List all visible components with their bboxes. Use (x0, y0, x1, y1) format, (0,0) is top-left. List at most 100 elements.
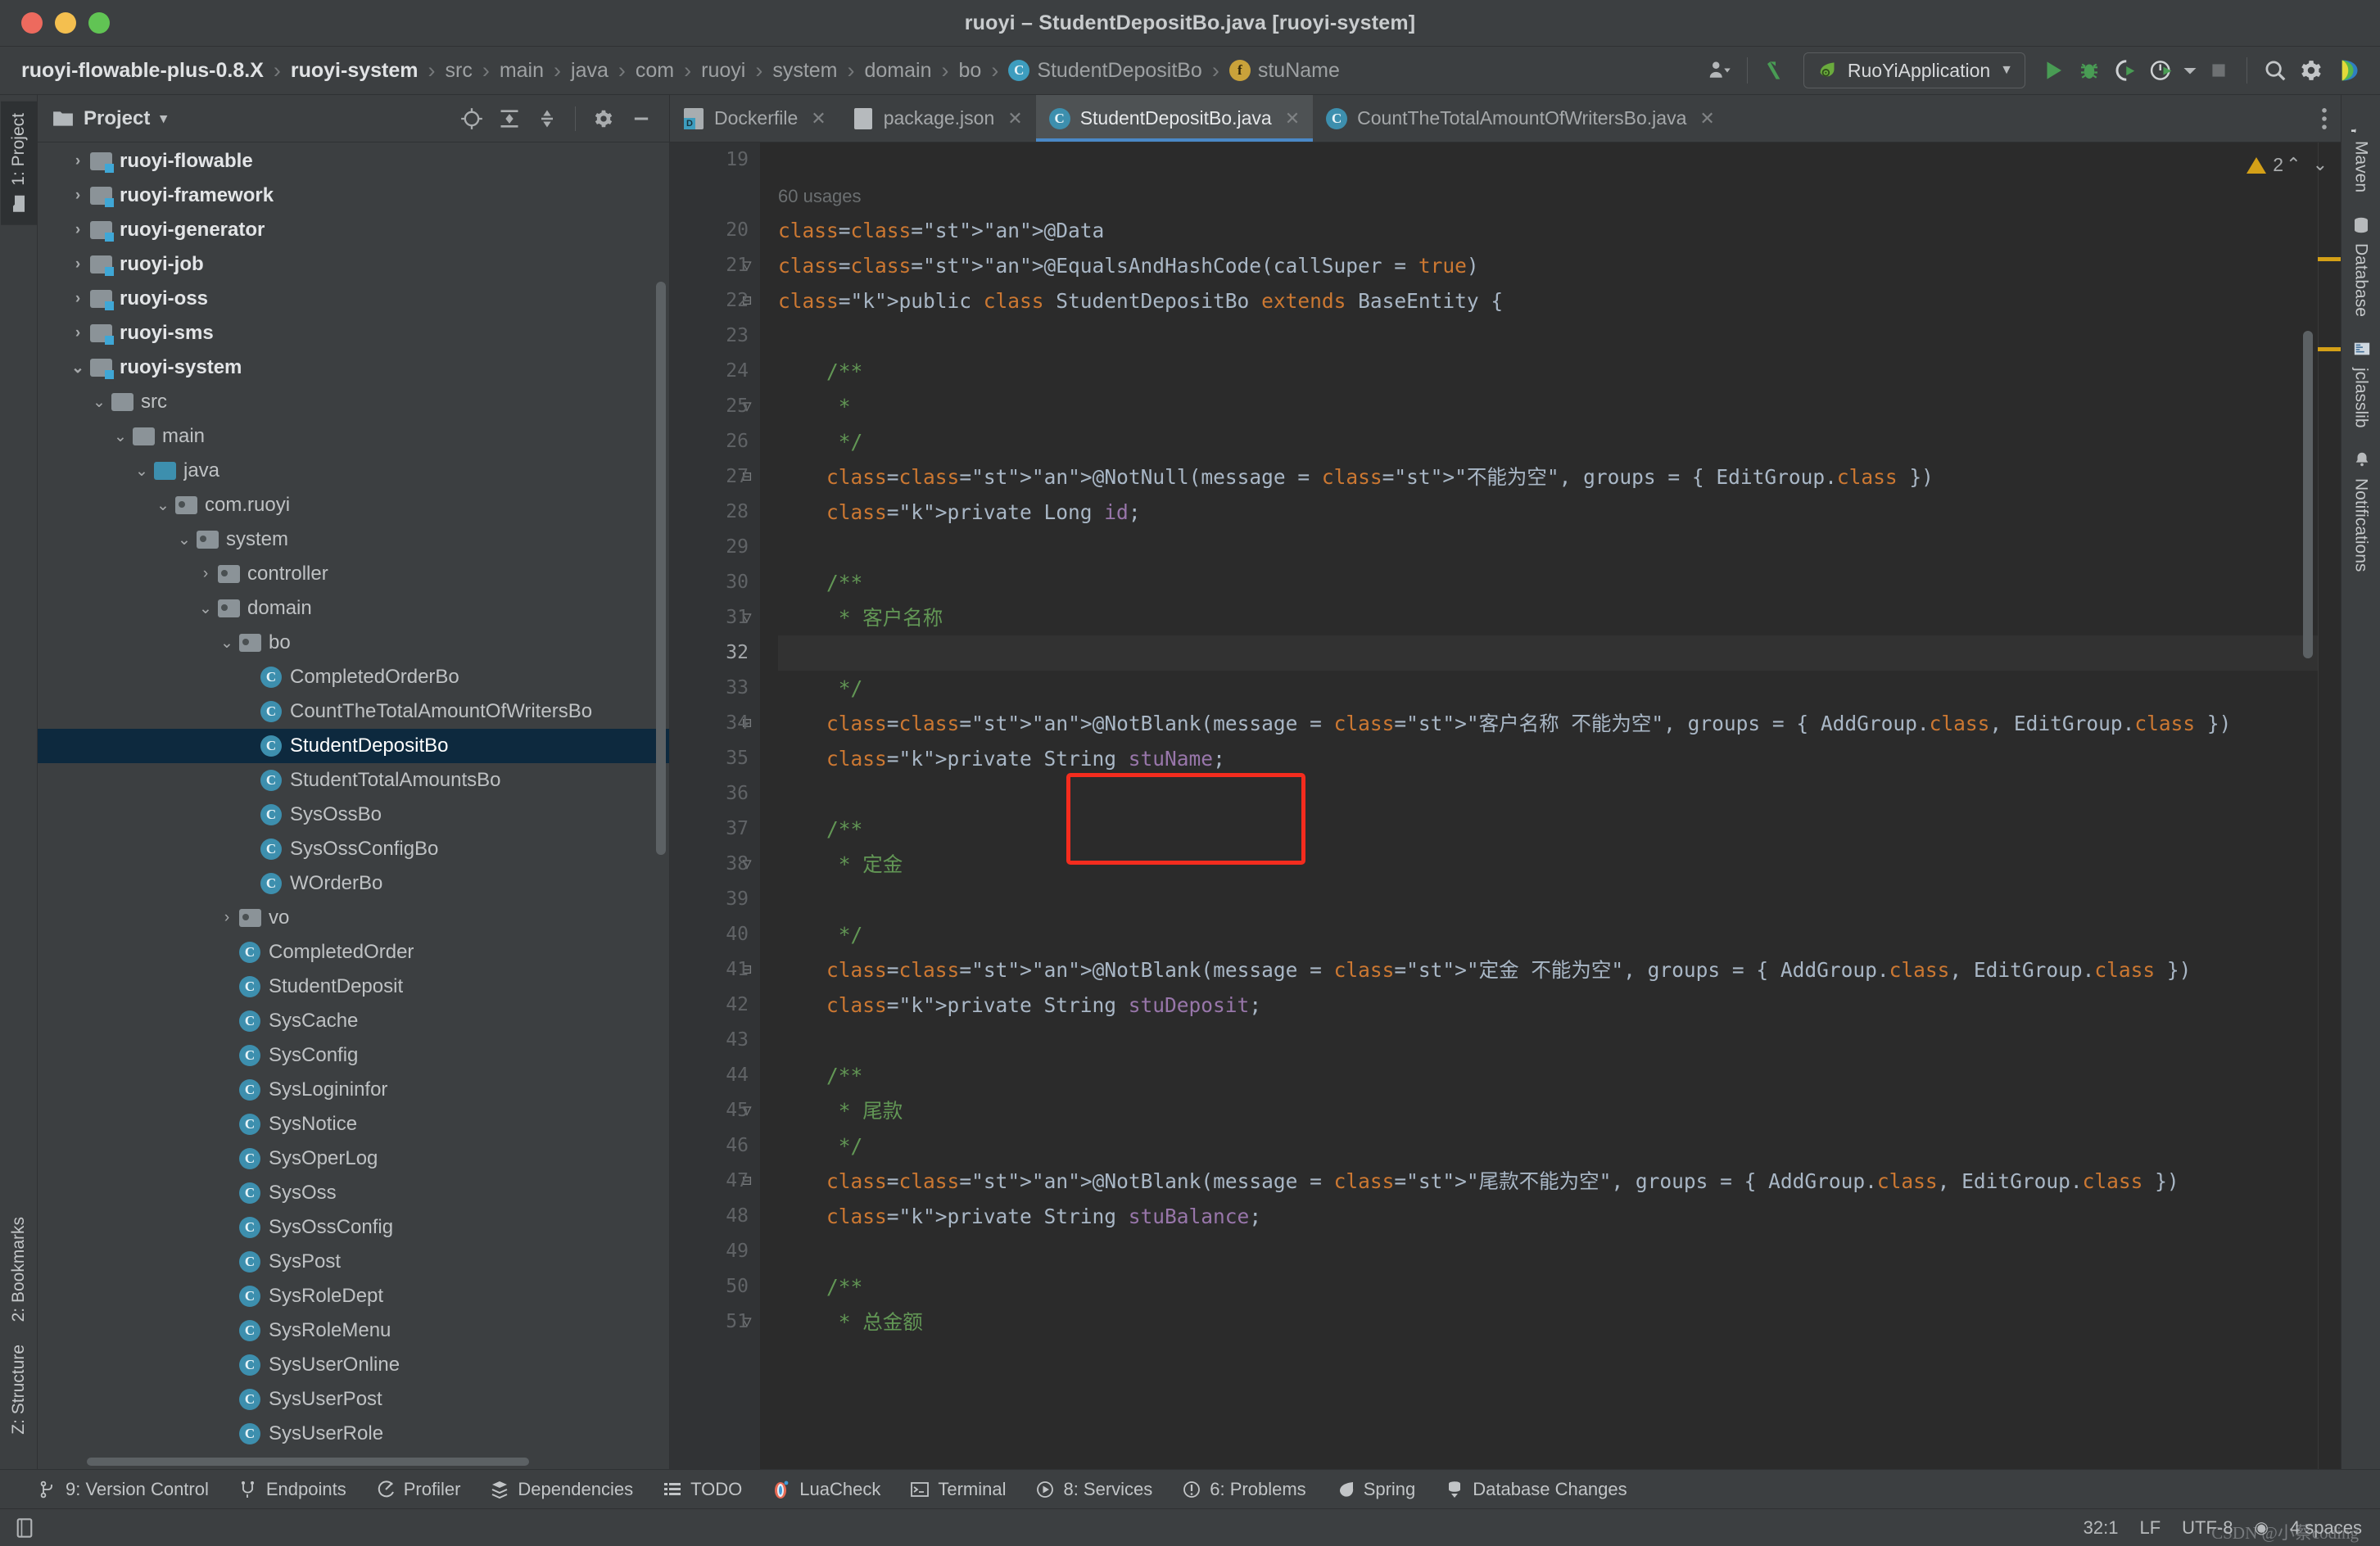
breadcrumb-item-ruoyi-flowable-plus-0-8-x[interactable]: ruoyi-flowable-plus-0.8.X (21, 59, 264, 83)
tree-node-completedorderbo[interactable]: C CompletedOrderBo (38, 660, 669, 694)
code-line[interactable]: class=class="st">"an">@NotNull(message =… (778, 459, 2318, 495)
tree-node-studenttotalamountsbo[interactable]: C StudentTotalAmountsBo (38, 763, 669, 798)
minimize-window-button[interactable] (55, 12, 76, 34)
bottom-tool-window-endpoints[interactable]: Endpoints (224, 1479, 361, 1500)
close-icon[interactable]: ✕ (1699, 108, 1714, 129)
editor-tab-studentdepositbo-java[interactable]: C StudentDepositBo.java ✕ (1035, 95, 1314, 142)
breadcrumb-item-ruoyi[interactable]: ruoyi (701, 59, 745, 83)
code-line[interactable]: /** (778, 565, 2318, 600)
code-line[interactable]: */ (778, 424, 2318, 459)
bottom-tool-window-6-problems[interactable]: 6: Problems (1167, 1479, 1320, 1500)
editor-tabs-more-icon[interactable] (2308, 95, 2341, 142)
sidebar-item-notifications[interactable]: Notifications (2343, 439, 2379, 583)
tree-node-domain[interactable]: ⌄ domain (38, 591, 669, 626)
breadcrumb-item-src[interactable]: src (446, 59, 473, 83)
tree-node-ruoyi-system[interactable]: ⌄ ruoyi-system (38, 350, 669, 385)
ide-assistant-icon[interactable] (2329, 52, 2365, 88)
close-window-button[interactable] (21, 12, 43, 34)
chevron-right-icon[interactable]: › (67, 187, 88, 205)
caret-position[interactable]: 32:1 (2084, 1517, 2119, 1539)
tree-node-sysroledept[interactable]: C SysRoleDept (38, 1279, 669, 1313)
sidebar-item-project[interactable]: 1: Project (0, 102, 37, 225)
code-content[interactable]: 60 usages class=class="st">"an">@Data clas… (760, 142, 2318, 1469)
breadcrumb-item-com[interactable]: com (636, 59, 674, 83)
bottom-tool-window-todo[interactable]: TODO (648, 1479, 757, 1500)
run-with-coverage-button[interactable] (2107, 52, 2143, 88)
code-line[interactable]: */ (778, 671, 2318, 706)
code-line[interactable]: */ (778, 1128, 2318, 1164)
tree-node-sysossconfigbo[interactable]: C SysOssConfigBo (38, 832, 669, 866)
project-panel-title-group[interactable]: Project ▾ (52, 107, 167, 130)
tree-node-sysuserrole[interactable]: C SysUserRole (38, 1417, 669, 1451)
stop-button[interactable] (2201, 52, 2237, 88)
code-inlay-hint[interactable]: 60 usages (778, 178, 2318, 213)
expand-all-icon[interactable] (493, 102, 526, 135)
breadcrumb-item-ruoyi-system[interactable]: ruoyi-system (291, 59, 419, 83)
hide-panel-icon[interactable] (625, 102, 658, 135)
chevron-down-icon[interactable]: ▼ (2000, 63, 2013, 78)
code-line[interactable]: * 客户名称 (778, 600, 2318, 635)
chevron-down-icon[interactable]: ⌄ (67, 359, 88, 377)
tree-node-controller[interactable]: › controller (38, 557, 669, 591)
tree-node-sysoperlog[interactable]: C SysOperLog (38, 1141, 669, 1176)
bottom-tool-window-terminal[interactable]: Terminal (895, 1479, 1020, 1500)
chevron-right-icon[interactable]: › (67, 221, 88, 239)
chevron-right-icon[interactable]: › (195, 565, 216, 583)
run-button[interactable] (2035, 52, 2071, 88)
status-bar-left[interactable] (15, 1517, 34, 1539)
code-line[interactable] (778, 635, 2318, 671)
code-line[interactable]: * 尾款 (778, 1093, 2318, 1128)
line-separator[interactable]: LF (2139, 1517, 2161, 1539)
bottom-tool-window-profiler[interactable]: Profiler (361, 1479, 476, 1500)
code-line[interactable]: class=class="st">"an">@NotBlank(message … (778, 952, 2318, 988)
chevron-down-icon[interactable]: ▾ (160, 111, 167, 127)
inspection-navigation[interactable]: ⌃ ⌄ (2286, 154, 2328, 175)
code-line[interactable] (778, 1234, 2318, 1269)
chevron-right-icon[interactable]: › (67, 152, 88, 170)
code-line[interactable] (778, 319, 2318, 354)
chevron-down-icon[interactable]: ⌄ (131, 462, 152, 481)
usages-hint[interactable]: 60 usages (778, 186, 862, 206)
tree-node-sysnotice[interactable]: C SysNotice (38, 1107, 669, 1141)
collapse-all-icon[interactable] (531, 102, 563, 135)
code-line[interactable]: /** (778, 1058, 2318, 1093)
chevron-down-icon[interactable]: ⌄ (216, 634, 238, 653)
sidebar-item-structure[interactable]: Z: Structure (1, 1333, 37, 1446)
breadcrumb-item-stuname[interactable]: f stuName (1228, 59, 1340, 83)
editor-tab-countthetotalamountofwritersbo-java[interactable]: C CountTheTotalAmountOfWritersBo.java ✕ (1313, 95, 1728, 142)
project-tree[interactable]: › ruoyi-flowable › ruoyi-framework › ruoyi-ge… (38, 142, 669, 1454)
editor-tab-package-json[interactable]: package.json ✕ (839, 95, 1036, 142)
gear-icon[interactable] (587, 102, 620, 135)
tree-node-studentdeposit[interactable]: C StudentDeposit (38, 970, 669, 1004)
code-line[interactable]: /** (778, 811, 2318, 847)
breadcrumb-item-studentdepositbo[interactable]: C StudentDepositBo (1008, 59, 1202, 83)
tree-node-studentdepositbo[interactable]: C StudentDepositBo (38, 729, 669, 763)
bottom-tool-window-9-version-control[interactable]: 9: Version Control (23, 1479, 224, 1500)
breadcrumb-item-system[interactable]: system (772, 59, 837, 83)
code-line[interactable]: */ (778, 917, 2318, 952)
breadcrumb[interactable]: ruoyi-flowable-plus-0.8.X › ruoyi-system › s… (21, 58, 1701, 84)
sidebar-item-jclasslib[interactable]: jclasslib (2343, 328, 2379, 440)
tree-node-sysrolemenu[interactable]: C SysRoleMenu (38, 1313, 669, 1348)
code-line[interactable]: class=class="st">"an">@NotBlank(message … (778, 706, 2318, 741)
locate-icon[interactable] (455, 102, 488, 135)
tree-node-sysuseronline[interactable]: C SysUserOnline (38, 1348, 669, 1382)
tree-node-syspost[interactable]: C SysPost (38, 1245, 669, 1279)
debug-button[interactable] (2071, 52, 2107, 88)
code-line[interactable] (778, 882, 2318, 917)
profiler-button[interactable] (2143, 52, 2179, 88)
code-line[interactable]: * 定金 (778, 847, 2318, 882)
previous-problem-icon[interactable]: ⌃ (2286, 154, 2301, 175)
sidebar-item-database[interactable]: Database (2343, 204, 2379, 328)
tree-node-sysconfig[interactable]: C SysConfig (38, 1038, 669, 1073)
chevron-down-icon[interactable] (2179, 52, 2201, 88)
next-problem-icon[interactable]: ⌄ (2313, 154, 2328, 175)
bottom-tool-window-bar[interactable]: 9: Version Control Endpoints Profiler Depen… (0, 1469, 2380, 1508)
close-icon[interactable]: ✕ (811, 108, 826, 129)
chevron-down-icon[interactable]: ⌄ (110, 427, 131, 446)
bottom-tool-window-spring[interactable]: Spring (1321, 1479, 1431, 1500)
chevron-down-icon[interactable]: ⌄ (174, 531, 195, 549)
memory-indicator-icon[interactable] (15, 1517, 34, 1539)
code-line[interactable]: class="k">private String stuDeposit; (778, 988, 2318, 1023)
chevron-down-icon[interactable]: ⌄ (152, 496, 174, 515)
